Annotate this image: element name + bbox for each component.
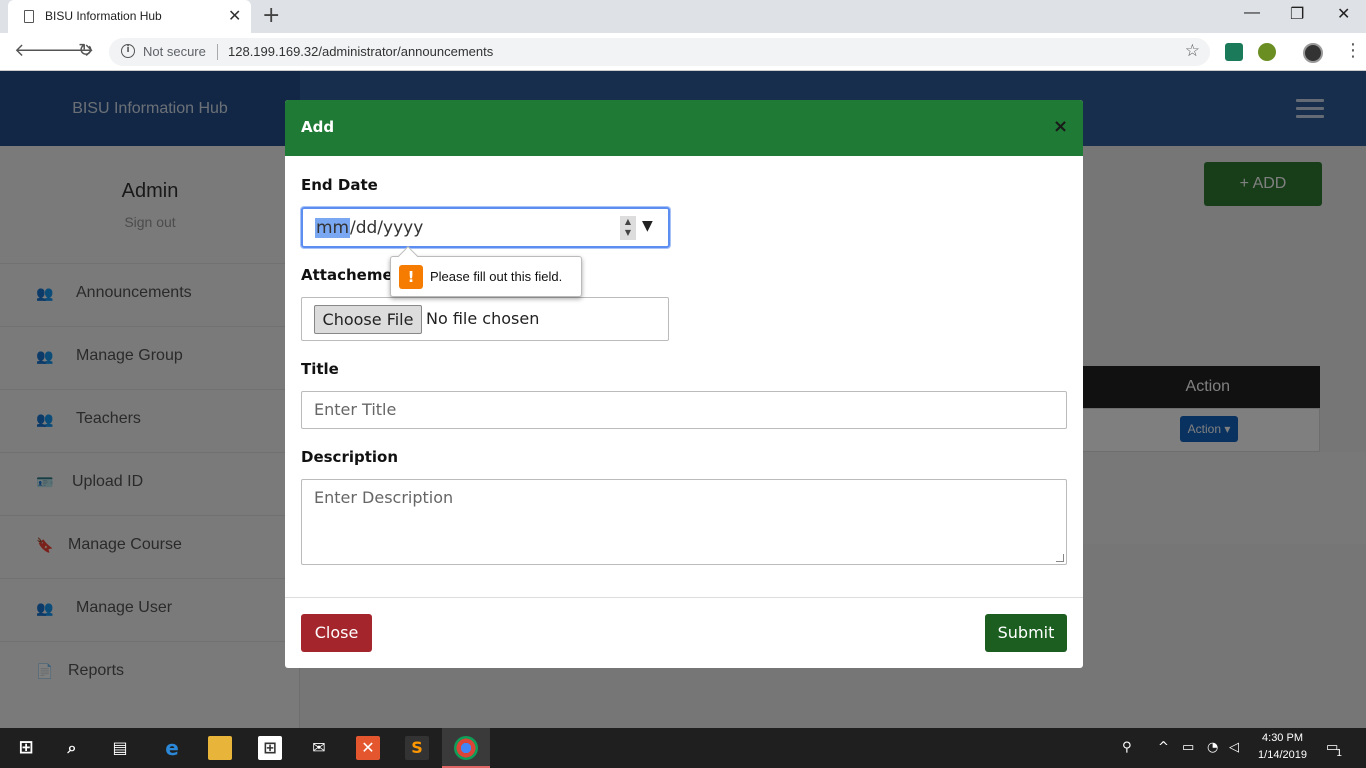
submit-button[interactable]: Submit [985,614,1067,652]
clock-time: 4:30 PM [1262,732,1303,744]
warning-icon: ! [399,265,423,289]
info-icon[interactable]: i [121,44,135,58]
browser-tab[interactable]: BISU Information Hub ✕ [8,0,251,33]
title-input[interactable]: Enter Title [301,391,1067,429]
tooltip-arrow [398,246,418,266]
xampp-icon[interactable]: ✕ [356,736,380,760]
end-date-label: End Date [301,176,378,194]
shield-extension-icon[interactable] [1225,43,1243,61]
divider [217,44,218,60]
browser-tab-bar: BISU Information Hub ✕ + — ❐ ✕ [0,0,1366,33]
window-close-button[interactable]: ✕ [1337,4,1350,24]
new-tab-button[interactable]: + [262,3,280,28]
url-text[interactable]: 128.199.169.32/administrator/announcemen… [228,44,493,59]
resize-handle[interactable] [1056,554,1064,562]
date-spinner[interactable]: ▲ ▼ [620,216,636,240]
title-label: Title [301,360,339,378]
people-icon[interactable]: ⚲ [1122,740,1132,755]
chrome-icon[interactable] [454,736,478,760]
restore-button[interactable]: ❐ [1290,4,1304,24]
description-textarea[interactable]: Enter Description [301,479,1067,565]
date-rest-segment[interactable]: /dd/yyyy [350,218,423,238]
close-button[interactable]: Close [301,614,372,652]
modal-header: Add × [285,100,1083,156]
date-month-segment[interactable]: mm [315,218,351,238]
add-announcement-modal: Add × End Date mm /dd/yyyy ▲ ▼ ▼ Attachem… [285,100,1083,668]
end-date-input[interactable]: mm /dd/yyyy ▲ ▼ ▼ [301,207,670,248]
notification-count: 1 [1336,748,1343,759]
page-icon [24,10,34,23]
task-view-icon[interactable]: ▤ [108,736,132,760]
modal-title: Add [301,118,335,136]
battery-icon[interactable]: ▭ [1182,740,1194,755]
edge-icon[interactable]: e [160,736,184,760]
close-icon[interactable]: × [1053,116,1068,137]
menu-dots-icon[interactable]: ⋮ [1344,40,1362,61]
description-label: Description [301,448,399,466]
description-placeholder: Enter Description [314,488,454,507]
bookmark-star-icon[interactable]: ☆ [1185,41,1200,61]
volume-icon[interactable]: ◁ [1229,740,1239,755]
tab-title: BISU Information Hub [45,9,162,23]
validation-message: Please fill out this field. [430,269,563,284]
chevron-up-icon[interactable]: ^ [1158,740,1169,755]
footer-divider [285,597,1083,598]
search-icon[interactable]: ⌕ [60,736,84,760]
attachment-file-input[interactable]: Choose File No file chosen [301,297,669,341]
file-status-text: No file chosen [426,309,540,328]
app-page: BISU Information Hub Admin Sign out 👥 An… [0,71,1366,728]
taskbar-clock[interactable]: 4:30 PM 1/14/2019 [1245,730,1320,764]
file-explorer-icon[interactable] [208,736,232,760]
date-dropdown-icon[interactable]: ▼ [642,218,653,234]
validation-tooltip: ! Please fill out this field. [390,246,582,297]
attachment-label: Attacheme [301,266,393,284]
minimize-button[interactable]: — [1244,4,1260,22]
reload-icon[interactable]: ↻ [78,40,93,61]
globe-extension-icon[interactable] [1258,43,1276,61]
mail-icon[interactable]: ✉ [307,736,331,760]
sublime-text-icon[interactable]: S [405,736,429,760]
choose-file-button[interactable]: Choose File [314,305,422,334]
windows-taskbar: ⊞ ⌕ ▤ e ⊞ ✉ ✕ S ⚲ ^ ▭ ◔ ◁ 4:30 PM 1/14/2… [0,728,1366,768]
security-label[interactable]: Not secure [143,44,206,59]
windows-start-icon[interactable]: ⊞ [14,736,38,760]
wifi-icon[interactable]: ◔ [1207,740,1218,755]
tab-close-icon[interactable]: ✕ [228,6,241,25]
address-bar[interactable]: i Not secure 128.199.169.32/administrato… [109,38,1210,66]
profile-avatar[interactable] [1303,43,1323,63]
store-icon[interactable]: ⊞ [258,736,282,760]
clock-date: 1/14/2019 [1258,749,1307,761]
